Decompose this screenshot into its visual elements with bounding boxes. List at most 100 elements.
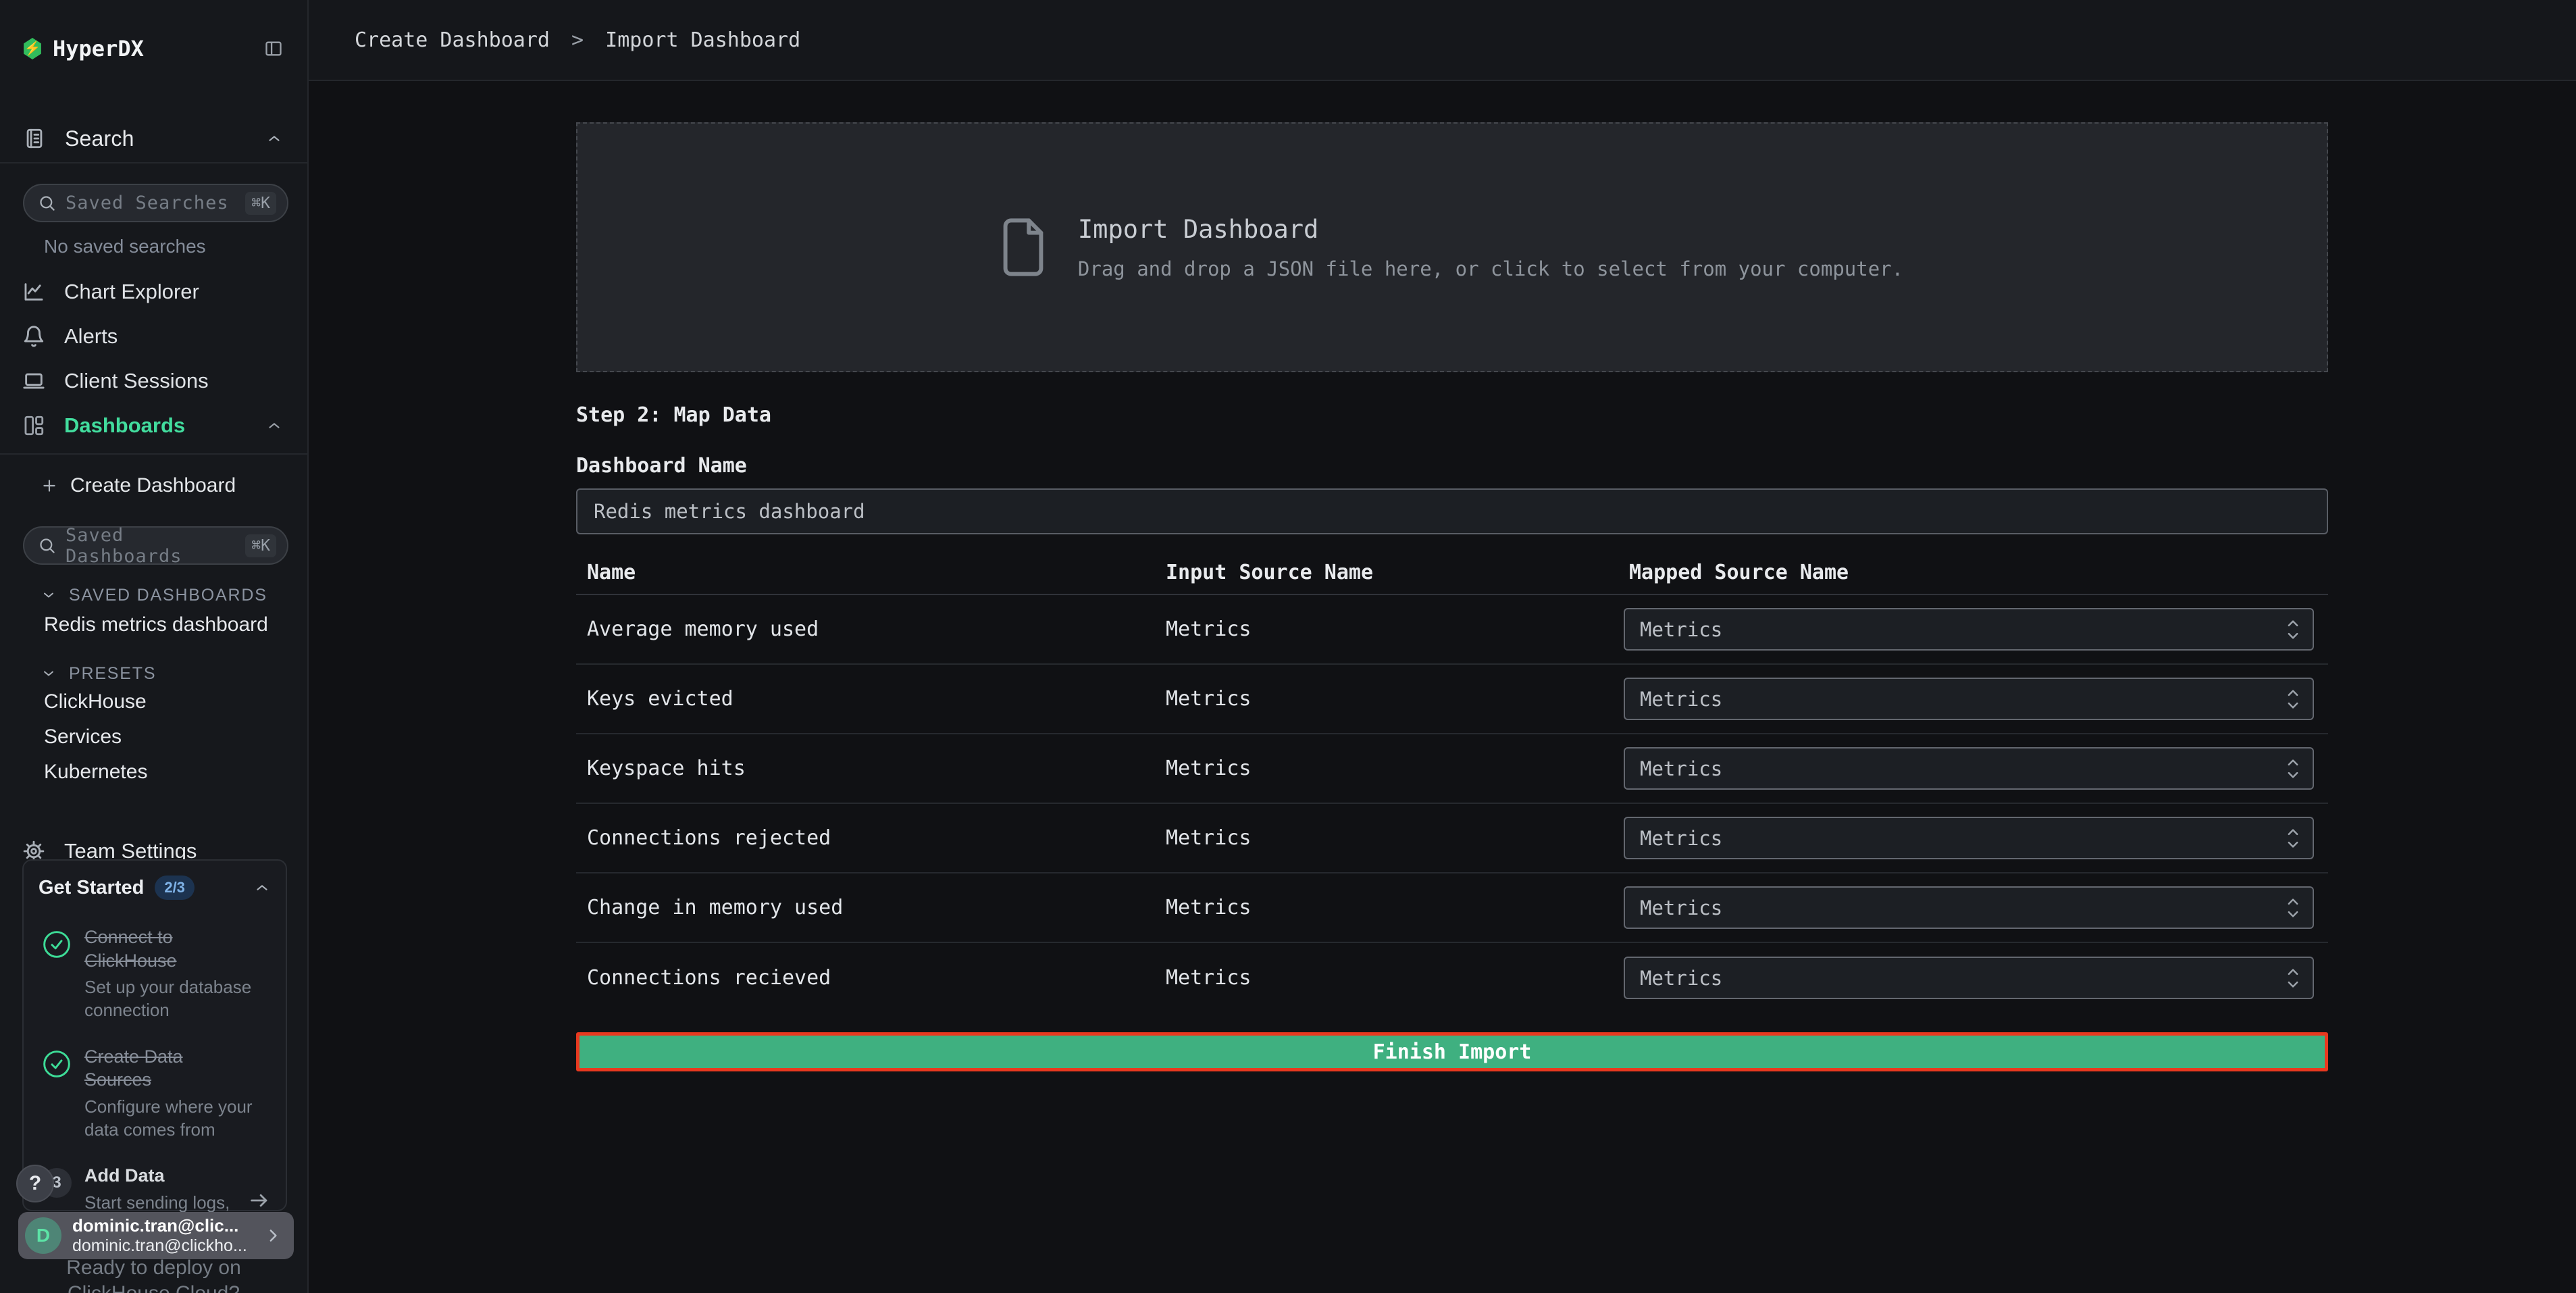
input-source: Metrics xyxy=(1155,617,1618,641)
table-row: Connections recieved Metrics Metrics xyxy=(576,943,2328,1013)
input-source: Metrics xyxy=(1155,826,1618,850)
mapped-source-select[interactable]: Metrics xyxy=(1624,747,2314,790)
saved-searches-input[interactable]: Saved Searches ⌘K xyxy=(23,184,288,222)
dropzone-title: Import Dashboard xyxy=(1078,215,1903,244)
sidebar-section-search[interactable]: Search xyxy=(23,120,283,157)
table-row: Average memory used Metrics Metrics xyxy=(576,595,2328,665)
dashboards-icon xyxy=(22,414,45,437)
create-dashboard-button[interactable]: Create Dashboard xyxy=(0,465,307,506)
saved-searches-placeholder: Saved Searches xyxy=(66,193,245,213)
search-section-label: Search xyxy=(65,126,265,151)
chart-name: Keyspace hits xyxy=(576,757,1155,780)
select-chevrons-icon xyxy=(2286,688,2300,711)
chevron-up-icon xyxy=(253,879,271,896)
column-header-mapped-source: Mapped Source Name xyxy=(1618,561,2328,584)
arrow-right-icon xyxy=(248,1189,271,1212)
no-saved-searches-text: No saved searches xyxy=(44,236,307,257)
mapped-source-select[interactable]: Metrics xyxy=(1624,817,2314,859)
mapped-source-select[interactable]: Metrics xyxy=(1624,886,2314,929)
chart-name: Connections rejected xyxy=(576,826,1155,850)
search-icon xyxy=(38,194,56,212)
get-started-step-connect[interactable]: Connect to ClickHouse Set up your databa… xyxy=(38,926,271,1022)
table-row: Connections rejected Metrics Metrics xyxy=(576,804,2328,873)
file-icon xyxy=(1001,218,1046,276)
chart-name: Average memory used xyxy=(576,617,1155,641)
sidebar-nav: Chart Explorer Alerts Client Sessions Da… xyxy=(0,270,307,448)
sidebar-item-dashboards[interactable]: Dashboards xyxy=(0,403,307,448)
mapped-source-select[interactable]: Metrics xyxy=(1624,957,2314,999)
chevron-up-icon xyxy=(265,130,283,147)
divider xyxy=(0,162,307,163)
select-chevrons-icon xyxy=(2286,896,2300,919)
select-chevrons-icon xyxy=(2286,757,2300,780)
get-started-progress-badge: 2/3 xyxy=(155,876,195,900)
sidebar: ⚡ HyperDX Search Saved Searches ⌘K No sa… xyxy=(0,0,309,1293)
file-dropzone[interactable]: Import Dashboard Drag and drop a JSON fi… xyxy=(576,122,2328,372)
breadcrumb-create-dashboard[interactable]: Create Dashboard xyxy=(355,28,550,52)
shortcut-badge: ⌘K xyxy=(245,534,276,557)
preset-item-clickhouse[interactable]: ClickHouse xyxy=(0,685,307,719)
column-header-name: Name xyxy=(576,561,1155,584)
mapping-table: Name Input Source Name Mapped Source Nam… xyxy=(576,551,2328,1013)
chart-line-icon xyxy=(22,280,45,303)
dashboard-name-input[interactable] xyxy=(576,488,2328,534)
preset-item-kubernetes[interactable]: Kubernetes xyxy=(0,755,307,789)
chart-name: Change in memory used xyxy=(576,896,1155,919)
dashboard-name-label: Dashboard Name xyxy=(576,454,2328,478)
sidebar-item-client-sessions[interactable]: Client Sessions xyxy=(0,359,307,403)
user-email: dominic.tran@clickho... xyxy=(72,1236,263,1256)
table-row: Change in memory used Metrics Metrics xyxy=(576,873,2328,943)
main-area: Create Dashboard > Import Dashboard Impo… xyxy=(309,0,2576,1293)
input-source: Metrics xyxy=(1155,896,1618,919)
finish-import-button[interactable]: Finish Import xyxy=(576,1032,2328,1071)
app-title: HyperDX xyxy=(53,36,264,61)
mapped-source-select[interactable]: Metrics xyxy=(1624,678,2314,720)
get-started-step-sources[interactable]: Create Data Sources Configure where your… xyxy=(38,1045,271,1142)
chevron-down-icon xyxy=(41,587,57,603)
saved-dashboards-input[interactable]: Saved Dashboards ⌘K xyxy=(23,526,288,565)
get-started-header[interactable]: Get Started 2/3 xyxy=(38,873,271,903)
saved-dashboards-header[interactable]: SAVED DASHBOARDS xyxy=(41,584,307,607)
sidebar-item-alerts[interactable]: Alerts xyxy=(0,314,307,359)
check-circle-icon xyxy=(38,930,75,1022)
table-header: Name Input Source Name Mapped Source Nam… xyxy=(576,551,2328,595)
breadcrumb-import-dashboard[interactable]: Import Dashboard xyxy=(605,28,800,52)
chart-name: Keys evicted xyxy=(576,687,1155,711)
sidebar-item-chart-explorer[interactable]: Chart Explorer xyxy=(0,270,307,314)
get-started-title: Get Started xyxy=(38,877,144,899)
input-source: Metrics xyxy=(1155,757,1618,780)
divider xyxy=(0,453,307,455)
user-name: dominic.tran@clic... xyxy=(72,1215,263,1236)
table-row: Keys evicted Metrics Metrics xyxy=(576,665,2328,734)
search-section-icon xyxy=(23,127,46,150)
search-icon xyxy=(38,536,56,555)
presets-list: ClickHouse Services Kubernetes xyxy=(0,685,307,789)
dropzone-subtitle: Drag and drop a JSON file here, or click… xyxy=(1078,257,1903,280)
check-circle-icon xyxy=(38,1049,75,1142)
sidebar-collapse-icon[interactable] xyxy=(264,39,283,58)
mapped-source-select[interactable]: Metrics xyxy=(1624,608,2314,651)
user-menu[interactable]: D dominic.tran@clic... dominic.tran@clic… xyxy=(18,1212,294,1259)
select-chevrons-icon xyxy=(2286,827,2300,850)
bell-icon xyxy=(22,325,45,348)
chevron-right-icon xyxy=(263,1225,283,1246)
cloud-teaser: Ready to deploy on ClickHouse Cloud? xyxy=(0,1255,307,1293)
hyperdx-logo-icon: ⚡ xyxy=(23,38,42,59)
help-button[interactable]: ? xyxy=(16,1165,54,1202)
table-row: Keyspace hits Metrics Metrics xyxy=(576,734,2328,804)
get-started-card: Get Started 2/3 Connect to ClickHouse Se… xyxy=(22,859,287,1211)
breadcrumb: Create Dashboard > Import Dashboard xyxy=(355,28,800,52)
laptop-icon xyxy=(22,370,45,392)
chevron-down-icon xyxy=(41,665,57,682)
select-chevrons-icon xyxy=(2286,967,2300,990)
avatar: D xyxy=(25,1217,61,1254)
import-panel: Import Dashboard Drag and drop a JSON fi… xyxy=(576,122,2328,1071)
preset-item-services[interactable]: Services xyxy=(0,720,307,754)
presets-header[interactable]: PRESETS xyxy=(41,662,307,685)
saved-dashboards-placeholder: Saved Dashboards xyxy=(66,525,245,567)
saved-dashboard-item[interactable]: Redis metrics dashboard xyxy=(0,607,307,643)
chart-name: Connections recieved xyxy=(576,966,1155,990)
select-chevrons-icon xyxy=(2286,618,2300,641)
breadcrumb-separator: > xyxy=(571,28,584,52)
plus-icon xyxy=(41,477,58,495)
